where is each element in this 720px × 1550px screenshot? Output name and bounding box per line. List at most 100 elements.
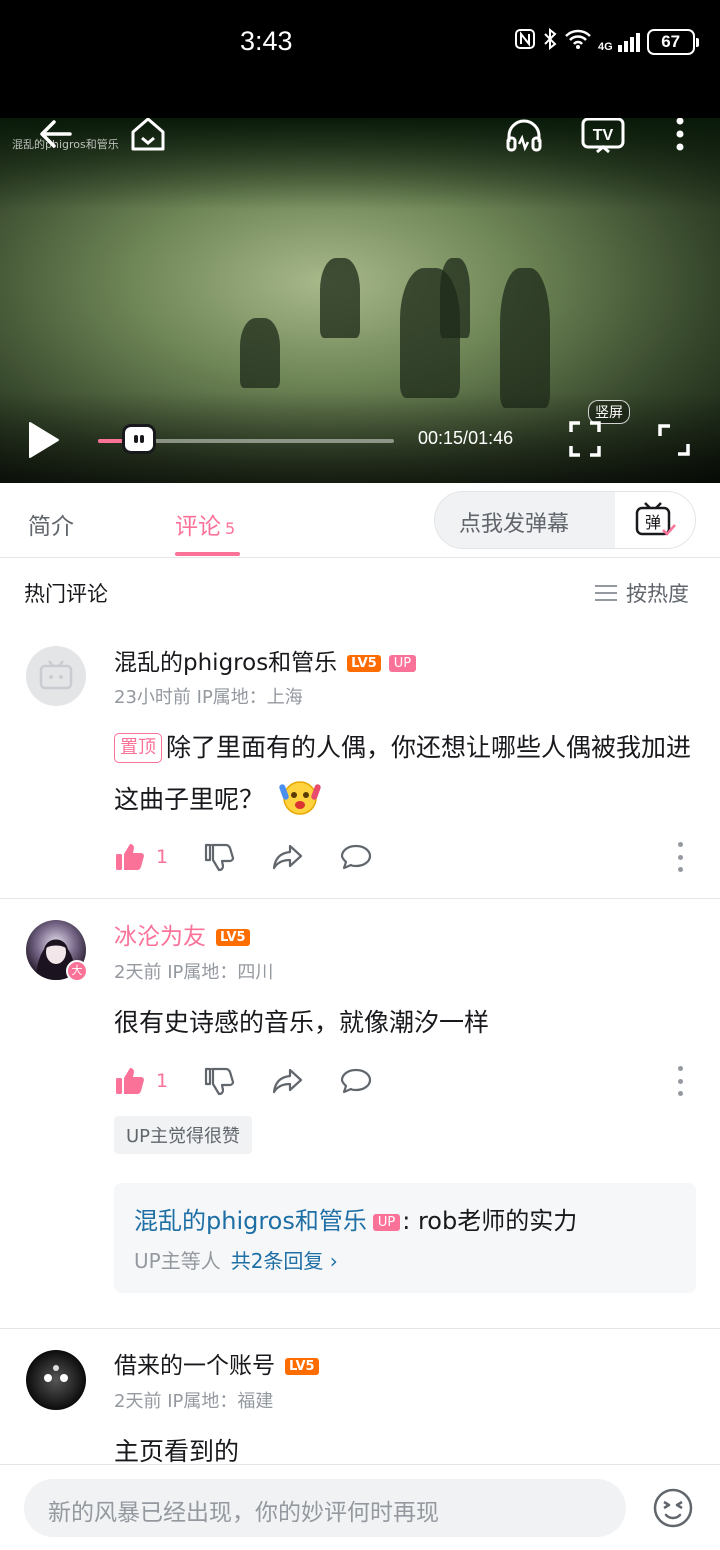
- reply-preview[interactable]: 混乱的phigros和管乐 UP: rob老师的实力 UP主等人 共2条回复 ›: [114, 1183, 696, 1293]
- default-tv-avatar-icon: [39, 660, 73, 690]
- sort-lines-icon: [595, 585, 617, 601]
- home-icon: [131, 118, 165, 151]
- dark-avatar-icon: [44, 1365, 68, 1382]
- home-button[interactable]: [128, 118, 168, 158]
- comment-body: 主页看到的: [114, 1437, 240, 1466]
- chat-bubble-icon: [340, 844, 372, 870]
- thumbs-up-icon: [116, 1068, 144, 1094]
- avatar[interactable]: [26, 646, 86, 706]
- video-player[interactable]: 混乱的phigros和管乐 TV 竖屏 00:15/01:46: [0, 118, 720, 483]
- danmaku-input[interactable]: 点我发弹幕 弹: [434, 491, 696, 549]
- vertical-fullscreen-button[interactable]: [568, 420, 602, 462]
- comment-meta: 2天前 IP属地：四川: [114, 958, 273, 984]
- username-text: 冰沦为友: [114, 924, 206, 950]
- comment-username[interactable]: 借来的一个账号 LV5: [114, 1346, 319, 1380]
- comment-input[interactable]: 新的风暴已经出现，你的妙评何时再现: [24, 1479, 626, 1537]
- reply-by: UP主等人: [134, 1249, 221, 1273]
- up-liked-tag: UP主觉得很赞: [114, 1116, 253, 1154]
- comment-body: 很有史诗感的音乐，就像潮汐一样: [114, 1008, 490, 1037]
- tab-active-indicator: [175, 552, 240, 556]
- thumbs-down-icon: [204, 843, 235, 872]
- dot-icon: [677, 1066, 683, 1071]
- like-count: 1: [156, 1070, 169, 1092]
- comment-ip: IP属地：上海: [196, 687, 303, 708]
- up-badge: UP: [372, 1213, 401, 1231]
- comment-username[interactable]: 混乱的phigros和管乐 LV5 UP: [114, 643, 417, 677]
- like-count: 1: [156, 846, 169, 868]
- comment-body: 除了里面有的人偶，你还想让哪些人偶被我加进这曲子里呢？: [114, 733, 692, 814]
- avatar[interactable]: [26, 1350, 86, 1410]
- comment-more-button[interactable]: [672, 842, 688, 872]
- dot-icon: [677, 842, 683, 847]
- share-button[interactable]: [272, 1067, 304, 1095]
- vertical-fullscreen-icon: [569, 421, 601, 457]
- tab-comments-label: 评论: [175, 514, 221, 540]
- comment-text[interactable]: 置顶 除了里面有的人偶，你还想让哪些人偶被我加进这曲子里呢？: [114, 722, 704, 834]
- comment-text[interactable]: 很有史诗感的音乐，就像潮汐一样: [114, 997, 704, 1049]
- danmaku-placeholder: 点我发弹幕: [459, 512, 570, 537]
- play-button[interactable]: [26, 420, 62, 464]
- comment-input-placeholder: 新的风暴已经出现，你的妙评何时再现: [48, 1500, 439, 1526]
- tab-bar: 简介 评论 5 点我发弹幕 弹: [0, 483, 720, 558]
- play-icon: [29, 422, 59, 458]
- chat-bubble-icon: [340, 1068, 372, 1094]
- dislike-button[interactable]: [204, 842, 236, 872]
- up-badge: UP: [388, 655, 417, 672]
- dot-icon: [677, 867, 683, 872]
- progress-thumb-tv-icon[interactable]: [122, 424, 157, 454]
- dislike-button[interactable]: [204, 1066, 236, 1096]
- dot-icon: [677, 1091, 683, 1096]
- tab-intro[interactable]: 简介: [28, 507, 74, 541]
- bluetooth-icon: [542, 27, 558, 56]
- like-button[interactable]: 1: [114, 842, 204, 872]
- shocked-emoji-icon: [278, 776, 322, 834]
- back-button[interactable]: [38, 118, 74, 154]
- comment-input-bar: 新的风暴已经出现，你的妙评何时再现: [0, 1464, 720, 1550]
- comment-actions: 1: [114, 1064, 408, 1098]
- level-badge: LV5: [285, 1358, 319, 1375]
- share-button[interactable]: [272, 843, 304, 871]
- headphones-icon: [506, 119, 542, 152]
- reply-summary: UP主等人 共2条回复 ›: [134, 1245, 338, 1274]
- pinned-tag: 置顶: [114, 733, 162, 763]
- tab-comments[interactable]: 评论 5: [175, 507, 235, 541]
- tv-cast-button[interactable]: TV: [580, 118, 626, 158]
- reply-username[interactable]: 混乱的phigros和管乐: [134, 1207, 367, 1235]
- share-icon: [272, 844, 303, 870]
- comment-ip: IP属地：福建: [167, 1391, 274, 1412]
- comment-count: 5: [225, 519, 236, 538]
- playback-time: 00:15/01:46: [418, 428, 514, 448]
- reply-line: 混乱的phigros和管乐 UP: rob老师的实力: [134, 1201, 577, 1236]
- username-text: 借来的一个账号: [114, 1353, 275, 1379]
- fullscreen-button[interactable]: [656, 422, 692, 462]
- comment-meta: 23小时前 IP属地：上海: [114, 683, 303, 709]
- comment-time: 2天前: [114, 1391, 162, 1412]
- comment-more-button[interactable]: [672, 1066, 688, 1096]
- fullscreen-icon: [658, 424, 690, 456]
- status-bar: 3:43 4G 67: [0, 0, 720, 118]
- reply-text: : rob老师的实力: [402, 1207, 578, 1235]
- audio-mode-button[interactable]: [504, 118, 544, 158]
- comment-meta: 2天前 IP属地：福建: [114, 1387, 273, 1413]
- status-time: 3:43: [240, 26, 293, 56]
- current-time: 00:15: [418, 428, 464, 448]
- sort-button[interactable]: 按热度: [594, 578, 689, 608]
- vip-badge: 大: [66, 960, 88, 982]
- emoji-button[interactable]: [652, 1487, 694, 1533]
- like-button[interactable]: 1: [114, 1066, 204, 1096]
- danmaku-button-label: 弹: [645, 513, 661, 532]
- status-icons: 4G 67: [514, 27, 699, 56]
- cellular-signal-icon: 4G: [598, 31, 641, 53]
- reply-button[interactable]: [340, 1067, 372, 1095]
- comment-username[interactable]: 冰沦为友 LV5: [114, 917, 250, 951]
- tv-cast-icon: TV: [581, 118, 625, 154]
- view-replies-link[interactable]: 共2条回复 ›: [231, 1249, 338, 1273]
- danmaku-icon: 弹: [635, 502, 676, 536]
- tab-intro-label: 简介: [28, 514, 74, 540]
- username-text: 混乱的phigros和管乐: [114, 650, 338, 676]
- comment-time: 23小时前: [114, 687, 191, 708]
- sort-label: 按热度: [626, 582, 689, 606]
- more-menu-button[interactable]: [674, 118, 686, 156]
- reply-button[interactable]: [340, 843, 372, 871]
- danmaku-toggle-button[interactable]: 弹: [615, 492, 695, 548]
